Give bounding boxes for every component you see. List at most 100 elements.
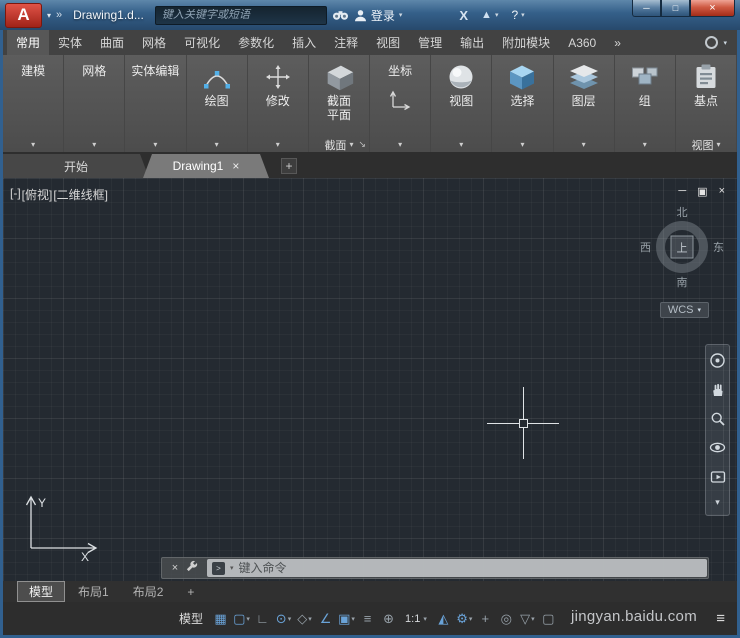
sign-in-button[interactable]: 登录 ▾ — [354, 7, 402, 24]
layers-panel-expand-button[interactable]: ▾ — [554, 137, 614, 152]
ribbon-tab-mesh[interactable]: 网格 — [133, 30, 175, 55]
minimize-button[interactable]: ─ — [632, 0, 661, 17]
ribbon-panel-coordinates[interactable]: 坐标 ▾ — [370, 55, 432, 152]
viewcube-west-label[interactable]: 西 — [640, 239, 651, 255]
lineweight-icon[interactable]: ≡ — [357, 608, 378, 630]
app-manager-button[interactable]: ▲ ▾ — [481, 9, 498, 21]
customization-menu-button[interactable]: ≡ — [704, 610, 737, 627]
object-snap-tracking-icon[interactable]: ∠ — [315, 608, 336, 630]
application-menu-arrow-icon[interactable]: ▾ — [47, 11, 51, 20]
wcs-dropdown[interactable]: WCS ▾ — [659, 302, 709, 318]
ribbon-panel-mesh[interactable]: 网格 ▾ — [64, 55, 126, 152]
orbit-icon[interactable] — [709, 439, 726, 456]
command-input-area[interactable]: > ▾ — [207, 559, 707, 577]
ribbon-tab-output[interactable]: 输出 — [451, 30, 493, 55]
file-tab-close-icon[interactable]: × — [232, 159, 239, 173]
isometric-drafting-icon[interactable]: ◇ ▾ — [294, 608, 315, 630]
model-space-toggle[interactable]: 模型 — [179, 610, 203, 627]
annotation-visibility-icon[interactable]: ◭ — [433, 608, 454, 630]
command-prompt-icon[interactable]: > — [212, 561, 225, 575]
file-tab-start[interactable]: 开始 — [3, 154, 149, 178]
new-drawing-button[interactable]: + — [281, 158, 297, 174]
modeling-panel-expand-button[interactable]: ▾ — [3, 137, 63, 152]
drawing-canvas[interactable]: [-] [俯视] [二维线框] ─ ▣ × 北 西 上 东 南 WCS ▾ ▾ … — [3, 178, 737, 581]
mesh-panel-expand-button[interactable]: ▾ — [64, 137, 124, 152]
polar-tracking-icon[interactable]: ⊙ ▾ — [273, 608, 294, 630]
view-panel-expand-button[interactable]: ▾ — [431, 137, 491, 152]
ribbon-tab-surface[interactable]: 曲面 — [91, 30, 133, 55]
ribbon-tab-manage[interactable]: 管理 — [409, 30, 451, 55]
grid-icon[interactable]: ▦ — [210, 608, 231, 630]
ribbon-tab-visualize[interactable]: 可视化 — [175, 30, 229, 55]
exchange-apps-icon[interactable]: X — [459, 8, 468, 23]
showmotion-icon[interactable] — [709, 468, 726, 485]
ribbon-panel-base-view[interactable]: 基点 视图 ▾ — [675, 55, 738, 152]
viewport-visual-style-control[interactable]: [二维线框] — [53, 186, 108, 203]
coordinates-panel-expand-button[interactable]: ▾ — [370, 137, 430, 152]
maximize-button[interactable]: □ — [661, 0, 690, 17]
command-recent-arrow-icon[interactable]: ▾ — [230, 564, 234, 572]
ribbon-panel-section[interactable]: 截面 平面 截面 ▾ ↘ — [308, 55, 371, 152]
ribbon-tab-a360[interactable]: A360 — [559, 30, 605, 55]
viewcube[interactable]: 北 西 上 东 南 — [640, 204, 724, 290]
drawing-restore-icon[interactable]: ▣ — [697, 185, 707, 198]
layout-tab-layout1[interactable]: 布局1 — [67, 582, 120, 601]
filter-icon[interactable]: ▽ ▾ — [517, 608, 538, 630]
ribbon-tab-insert[interactable]: 插入 — [283, 30, 325, 55]
groups-panel-expand-button[interactable]: ▾ — [615, 137, 675, 152]
command-line-close-icon[interactable]: × — [172, 562, 178, 574]
solid-editing-panel-expand-button[interactable]: ▾ — [125, 137, 185, 152]
snap-icon[interactable]: ▢ ▾ — [231, 608, 252, 630]
file-tab-drawing1[interactable]: Drawing1 × — [143, 154, 269, 178]
ribbon-tab-overflow[interactable]: » — [605, 30, 630, 55]
ribbon-panel-solid-editing[interactable]: 实体编辑 ▾ — [125, 55, 187, 152]
ribbon-panel-modeling[interactable]: 建模 ▾ — [3, 55, 65, 152]
ortho-icon[interactable]: ∟ — [252, 608, 273, 630]
ribbon-display-toggle-icon[interactable] — [705, 36, 719, 49]
ribbon-panel-modify[interactable]: 修改 ▾ — [247, 55, 309, 152]
viewport-view-control[interactable]: [俯视] — [22, 186, 53, 203]
section-dialog-launcher-icon[interactable]: ↘ — [358, 139, 366, 150]
viewcube-south-label[interactable]: 南 — [677, 274, 688, 290]
annotation-monitor-icon[interactable]: + — [475, 608, 496, 630]
ribbon-panel-selection[interactable]: 选择 ▾ — [492, 55, 554, 152]
draw-panel-expand-button[interactable]: ▾ — [187, 137, 247, 152]
viewcube-compass-ring[interactable]: 上 — [656, 221, 708, 273]
search-binoculars-icon[interactable] — [332, 9, 349, 21]
layout-tab-layout2[interactable]: 布局2 — [122, 582, 175, 601]
clean-screen-icon[interactable]: ▢ — [538, 608, 559, 630]
search-input[interactable] — [161, 9, 320, 21]
modify-panel-expand-button[interactable]: ▾ — [248, 137, 308, 152]
command-input[interactable] — [238, 561, 702, 575]
layout-tab-model[interactable]: 模型 — [17, 581, 66, 602]
drawing-close-icon[interactable]: × — [719, 185, 725, 198]
zoom-magnifier-icon[interactable] — [709, 410, 726, 427]
ribbon-panel-layers[interactable]: 图层 ▾ — [553, 55, 615, 152]
ribbon-tab-solid[interactable]: 实体 — [49, 30, 91, 55]
viewcube-top-face[interactable]: 上 — [670, 235, 694, 259]
selection-panel-expand-button[interactable]: ▾ — [492, 137, 552, 152]
viewcube-north-label[interactable]: 北 — [677, 204, 688, 220]
isolate-objects-icon[interactable]: ◎ — [496, 608, 517, 630]
ribbon-panel-draw[interactable]: 绘图 ▾ — [186, 55, 248, 152]
object-snap-icon[interactable]: ▣ ▾ — [336, 608, 357, 630]
ribbon-tab-addins[interactable]: 附加模块 — [493, 30, 559, 55]
viewport-menu-control[interactable]: [-] — [10, 186, 21, 203]
close-button[interactable]: × — [690, 0, 735, 17]
help-button[interactable]: ? ▾ — [511, 8, 524, 22]
annotation-scale-button[interactable]: 1:1 ▾ — [399, 613, 433, 625]
drawing-minimize-icon[interactable]: ─ — [678, 185, 686, 198]
ribbon-display-arrow-icon[interactable]: ▾ — [723, 39, 727, 47]
qat-overflow-icon[interactable]: » — [56, 9, 62, 21]
ribbon-tab-parametric[interactable]: 参数化 — [229, 30, 283, 55]
full-navigation-wheel-icon[interactable] — [709, 352, 726, 369]
view-panel2-expand-button[interactable]: 视图 ▾ — [676, 137, 736, 152]
application-menu-button[interactable]: A — [5, 2, 42, 28]
new-layout-button[interactable]: + — [176, 584, 205, 600]
ribbon-panel-view[interactable]: 视图 ▾ — [431, 55, 493, 152]
ribbon-tab-view[interactable]: 视图 — [367, 30, 409, 55]
viewcube-east-label[interactable]: 东 — [713, 239, 724, 255]
pan-hand-icon[interactable] — [709, 381, 726, 398]
command-line[interactable]: × > ▾ — [161, 557, 709, 579]
workspace-gear-icon[interactable]: ⚙ ▾ — [454, 608, 475, 630]
